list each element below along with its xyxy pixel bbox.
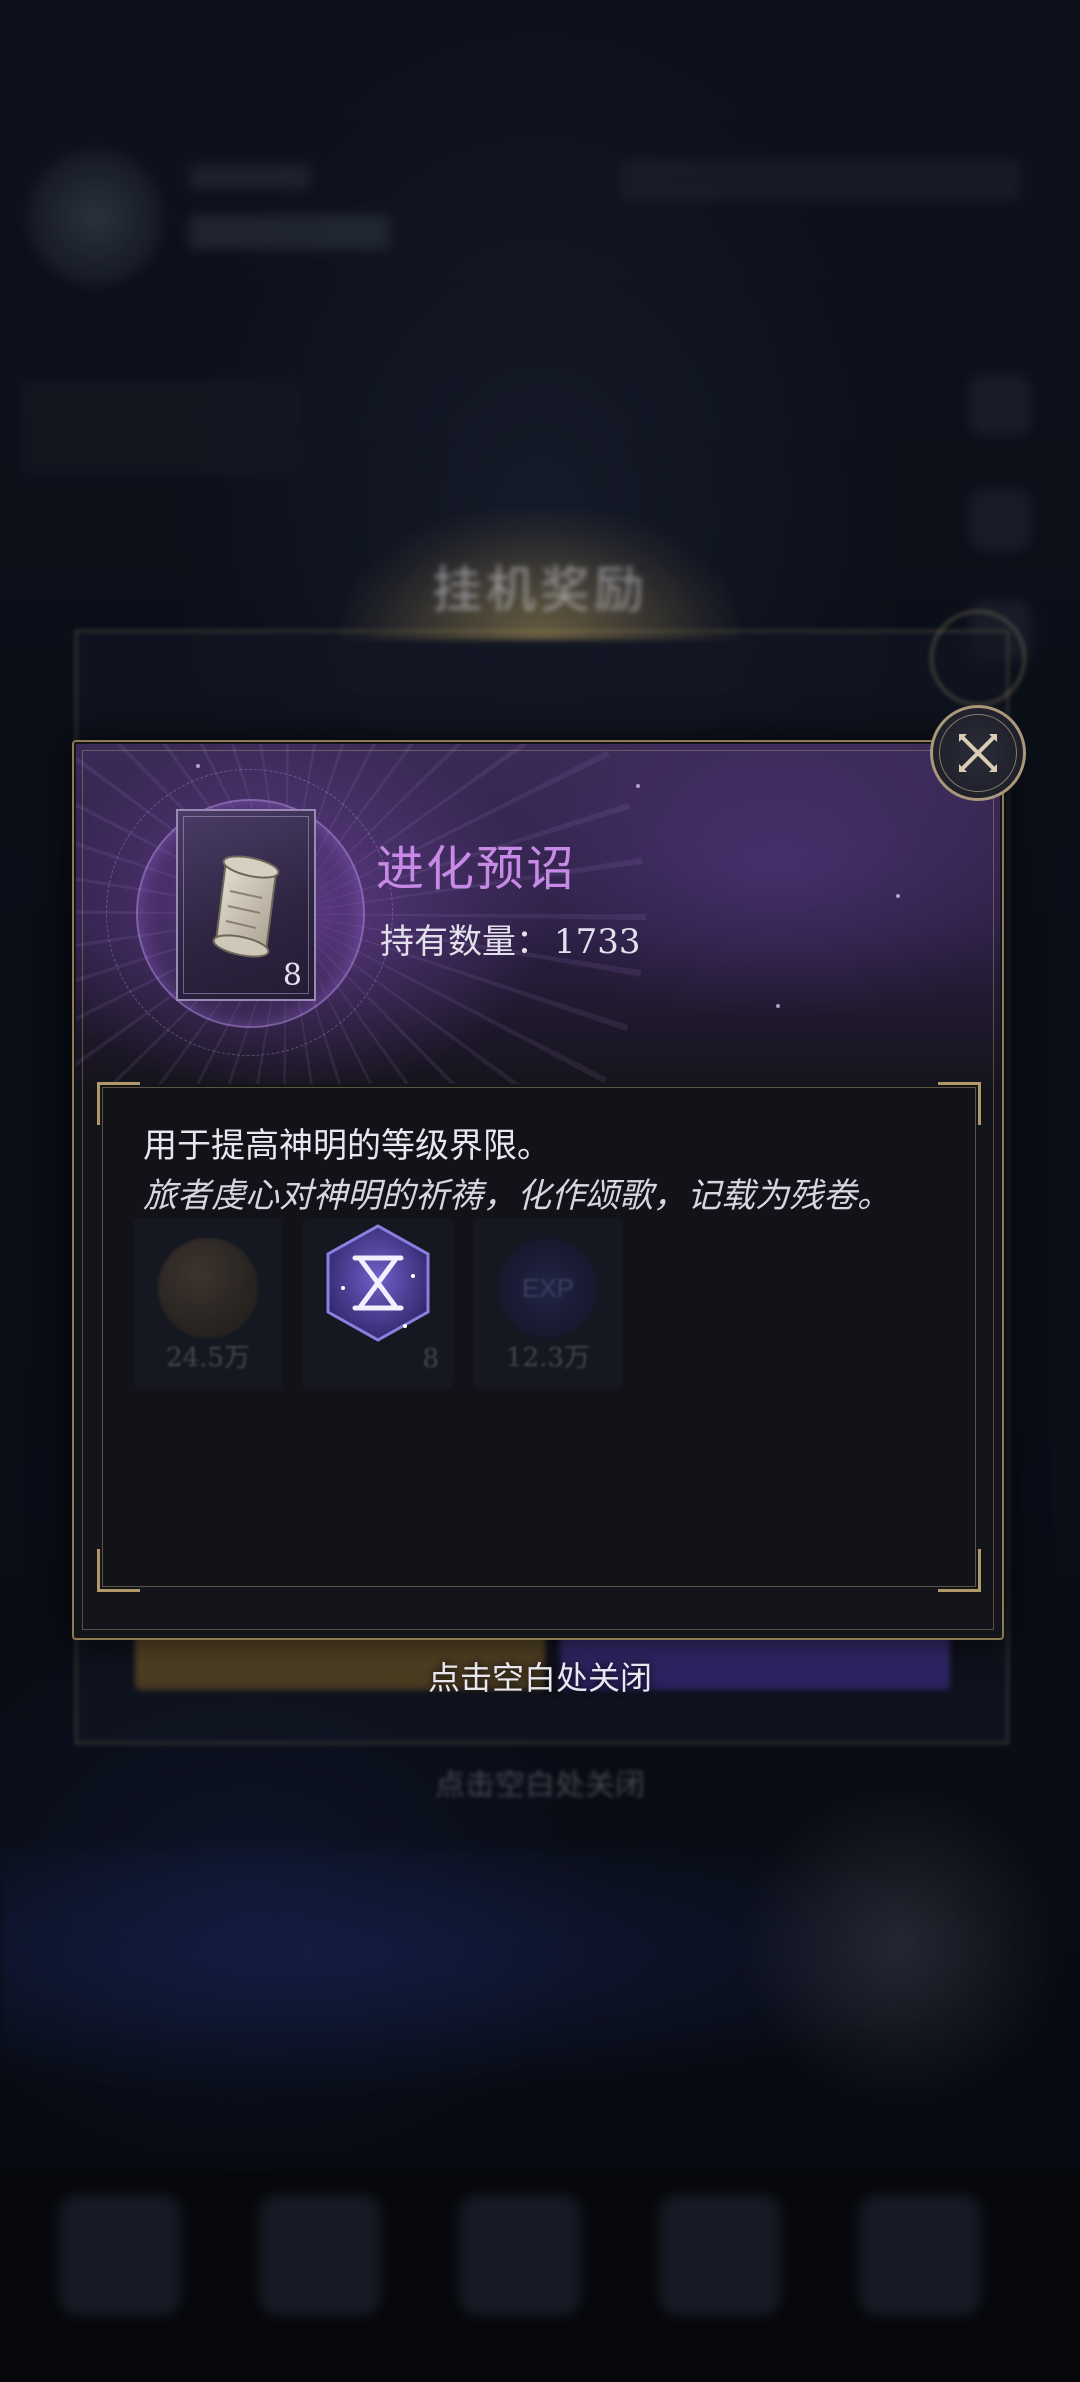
reward-slot: EXP 12.3万 (473, 1218, 623, 1388)
scroll-icon (212, 855, 280, 958)
hold-value: 1733 (554, 922, 641, 962)
close-hint[interactable]: 点击空白处关闭 (0, 1653, 1080, 1699)
hold-label: 持有数量： (380, 922, 550, 962)
item-header: 8 进化预诏 持有数量： 1733 (76, 744, 1000, 1084)
exp-label: EXP (521, 1273, 575, 1303)
sparkle (196, 764, 200, 768)
item-name: 进化预诏 (376, 841, 577, 897)
nav-tab-icon (460, 2195, 580, 2315)
item-card: 8 (176, 809, 316, 1001)
nav-tab-icon (60, 2195, 180, 2315)
item-description: 用于提高神明的等级界限。 (143, 1126, 551, 1166)
item-badge-count: 8 (282, 958, 302, 993)
nav-tab-icon (860, 2195, 980, 2315)
frame-corner (938, 1082, 981, 1125)
frame-corner (97, 1549, 140, 1592)
sparkle (636, 784, 640, 788)
nav-tab-icon (260, 2195, 380, 2315)
frame-corner (938, 1549, 981, 1592)
item-hold-count: 持有数量： 1733 (376, 914, 641, 963)
exp-icon: EXP (498, 1238, 598, 1338)
sparkle (896, 894, 900, 898)
item-description-box: 用于提高神明的等级界限。 旅者虔心对神明的祈祷，化作颂歌，记载为残卷。 24.5… (97, 1082, 981, 1592)
frame-corner (97, 1082, 140, 1125)
idle-reward-close-hint: 点击空白处关闭 (435, 1768, 645, 1803)
reward-slot: 24.5万 (133, 1218, 283, 1388)
item-detail-popup: 8 进化预诏 持有数量： 1733 用于提高神明的等级界限。 旅者虔心对神明的祈祷… (72, 740, 1004, 1640)
reward-label: 12.3万 (506, 1343, 590, 1373)
coin-icon (158, 1238, 258, 1338)
close-x-icon (959, 734, 997, 772)
close-button[interactable] (930, 705, 1026, 801)
nav-tab-icon (660, 2195, 780, 2315)
item-flavor-text: 旅者虔心对神明的祈祷，化作颂歌，记载为残卷。 (143, 1176, 891, 1216)
idle-reward-header: 挂机奖励 (340, 510, 740, 640)
rune-hexagon-icon (313, 1218, 443, 1348)
reward-label: 8 (422, 1344, 439, 1374)
rune-hexagon-svg (326, 1224, 430, 1342)
idle-reward-close-button (930, 610, 1026, 706)
reward-label: 24.5万 (166, 1343, 250, 1373)
idle-reward-title: 挂机奖励 (432, 561, 648, 619)
sparkle (776, 1004, 780, 1008)
